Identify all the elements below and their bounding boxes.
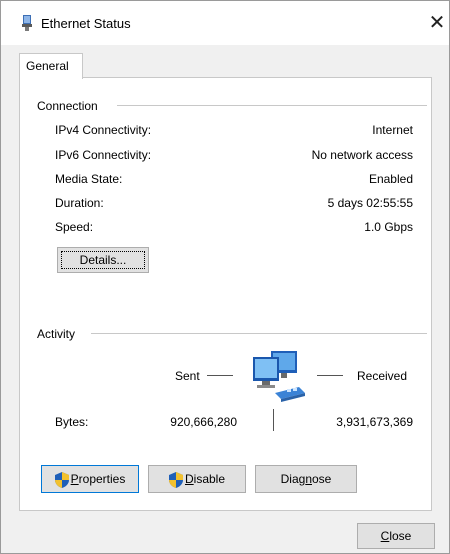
- network-adapter-icon: [22, 15, 32, 31]
- disable-button-label: Disable: [185, 466, 225, 492]
- ipv4-connectivity-value: Internet: [372, 123, 413, 137]
- ethernet-status-window: Ethernet Status ✕ General Connection IPv…: [0, 0, 450, 554]
- sent-label: Sent: [175, 369, 200, 383]
- sent-connector-line: [207, 375, 233, 376]
- properties-button-label: Properties: [71, 466, 126, 492]
- bytes-sent-value: 920,666,280: [170, 415, 237, 429]
- close-button-label: Close: [381, 524, 412, 548]
- bytes-label: Bytes:: [55, 415, 89, 429]
- tab-general-label: General: [26, 59, 69, 73]
- bytes-separator: [273, 409, 274, 431]
- activity-group-divider: [91, 333, 427, 334]
- diagnose-label-rest: ose: [312, 472, 332, 486]
- uac-shield-icon: [54, 471, 69, 488]
- close-label-rest: lose: [389, 529, 412, 543]
- properties-mnemonic: P: [70, 472, 79, 486]
- uac-shield-icon: [168, 471, 183, 488]
- duration-label: Duration:: [55, 196, 104, 210]
- close-button[interactable]: Close: [357, 523, 435, 549]
- network-computers-icon: [253, 351, 305, 402]
- properties-button[interactable]: Properties: [41, 465, 139, 493]
- received-label: Received: [357, 369, 408, 383]
- ipv6-connectivity-label: IPv6 Connectivity:: [55, 148, 152, 162]
- bytes-received-value: 3,931,673,369: [336, 415, 413, 429]
- disable-label-rest: isable: [193, 472, 226, 486]
- diagnose-button-label: Diagnose: [281, 466, 332, 492]
- diagnose-label-pre: Diag: [280, 472, 306, 486]
- close-icon[interactable]: ✕: [425, 9, 449, 37]
- media-state-label: Media State:: [55, 172, 123, 186]
- tab-general[interactable]: General: [19, 53, 83, 79]
- received-connector-line: [317, 375, 343, 376]
- disable-button[interactable]: Disable: [148, 465, 246, 493]
- disable-mnemonic: D: [184, 472, 194, 486]
- activity-group-label: Activity: [37, 327, 76, 341]
- media-state-value: Enabled: [368, 172, 413, 186]
- title-bar: Ethernet Status ✕: [1, 1, 449, 45]
- diagnose-mnemonic: n: [305, 472, 312, 486]
- properties-label-rest: roperties: [78, 472, 126, 486]
- ipv6-connectivity-value: No network access: [311, 148, 413, 162]
- general-tab-panel: [19, 77, 432, 511]
- window-title: Ethernet Status: [41, 16, 131, 31]
- connection-group-label: Connection: [37, 99, 98, 113]
- focus-rectangle: [61, 251, 145, 269]
- details-button[interactable]: Details...: [57, 247, 149, 273]
- speed-label: Speed:: [55, 220, 94, 234]
- speed-value: 1.0 Gbps: [364, 220, 413, 234]
- diagnose-button[interactable]: Diagnose: [255, 465, 357, 493]
- ipv4-connectivity-label: IPv4 Connectivity:: [55, 123, 152, 137]
- duration-value: 5 days 02:55:55: [327, 196, 413, 210]
- connection-group-divider: [117, 105, 427, 106]
